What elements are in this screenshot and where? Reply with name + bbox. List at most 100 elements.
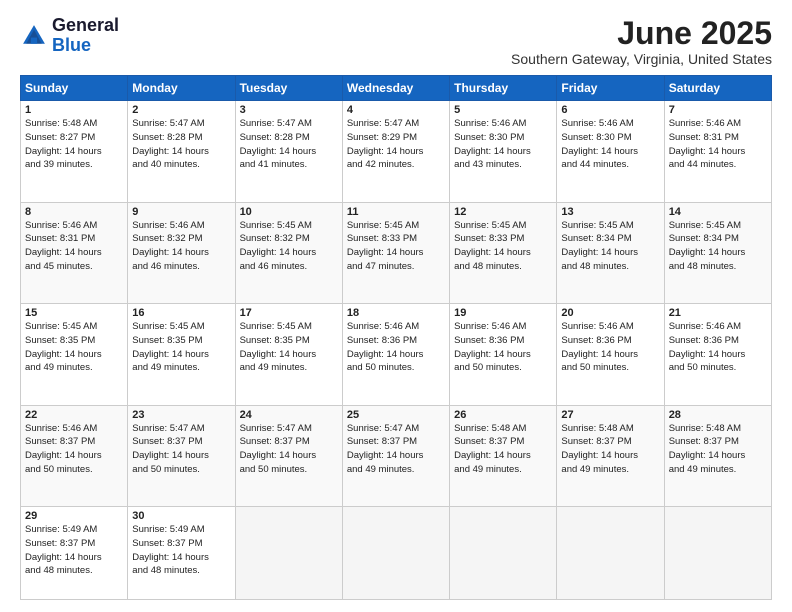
calendar-cell <box>235 507 342 600</box>
day-number: 22 <box>25 409 123 421</box>
day-info: Sunrise: 5:45 AM Sunset: 8:33 PM Dayligh… <box>347 219 445 274</box>
day-number: 11 <box>347 206 445 218</box>
subtitle: Southern Gateway, Virginia, United State… <box>511 51 772 67</box>
day-info: Sunrise: 5:46 AM Sunset: 8:30 PM Dayligh… <box>454 117 552 172</box>
day-number: 6 <box>561 104 659 116</box>
calendar-cell <box>342 507 449 600</box>
day-number: 1 <box>25 104 123 116</box>
title-block: June 2025 Southern Gateway, Virginia, Un… <box>511 16 772 67</box>
day-info: Sunrise: 5:46 AM Sunset: 8:31 PM Dayligh… <box>25 219 123 274</box>
day-info: Sunrise: 5:46 AM Sunset: 8:36 PM Dayligh… <box>561 320 659 375</box>
col-header-thursday: Thursday <box>450 76 557 101</box>
calendar-cell: 19Sunrise: 5:46 AM Sunset: 8:36 PM Dayli… <box>450 304 557 405</box>
calendar-cell: 16Sunrise: 5:45 AM Sunset: 8:35 PM Dayli… <box>128 304 235 405</box>
logo-icon <box>20 22 48 50</box>
day-number: 15 <box>25 307 123 319</box>
calendar-cell: 15Sunrise: 5:45 AM Sunset: 8:35 PM Dayli… <box>21 304 128 405</box>
day-info: Sunrise: 5:46 AM Sunset: 8:30 PM Dayligh… <box>561 117 659 172</box>
day-number: 21 <box>669 307 767 319</box>
day-info: Sunrise: 5:47 AM Sunset: 8:28 PM Dayligh… <box>240 117 338 172</box>
calendar-cell: 5Sunrise: 5:46 AM Sunset: 8:30 PM Daylig… <box>450 101 557 202</box>
day-number: 29 <box>25 510 123 522</box>
day-number: 28 <box>669 409 767 421</box>
calendar-cell: 2Sunrise: 5:47 AM Sunset: 8:28 PM Daylig… <box>128 101 235 202</box>
calendar-cell <box>664 507 771 600</box>
day-number: 12 <box>454 206 552 218</box>
day-info: Sunrise: 5:47 AM Sunset: 8:37 PM Dayligh… <box>347 422 445 477</box>
calendar-cell: 29Sunrise: 5:49 AM Sunset: 8:37 PM Dayli… <box>21 507 128 600</box>
calendar-cell: 9Sunrise: 5:46 AM Sunset: 8:32 PM Daylig… <box>128 202 235 303</box>
calendar-cell: 22Sunrise: 5:46 AM Sunset: 8:37 PM Dayli… <box>21 405 128 506</box>
day-info: Sunrise: 5:46 AM Sunset: 8:36 PM Dayligh… <box>347 320 445 375</box>
col-header-saturday: Saturday <box>664 76 771 101</box>
day-number: 4 <box>347 104 445 116</box>
day-info: Sunrise: 5:45 AM Sunset: 8:34 PM Dayligh… <box>669 219 767 274</box>
col-header-tuesday: Tuesday <box>235 76 342 101</box>
col-header-sunday: Sunday <box>21 76 128 101</box>
calendar-cell: 13Sunrise: 5:45 AM Sunset: 8:34 PM Dayli… <box>557 202 664 303</box>
calendar-cell: 8Sunrise: 5:46 AM Sunset: 8:31 PM Daylig… <box>21 202 128 303</box>
day-number: 10 <box>240 206 338 218</box>
calendar-cell: 24Sunrise: 5:47 AM Sunset: 8:37 PM Dayli… <box>235 405 342 506</box>
day-info: Sunrise: 5:45 AM Sunset: 8:35 PM Dayligh… <box>240 320 338 375</box>
calendar-cell: 23Sunrise: 5:47 AM Sunset: 8:37 PM Dayli… <box>128 405 235 506</box>
calendar-cell <box>557 507 664 600</box>
calendar-cell: 14Sunrise: 5:45 AM Sunset: 8:34 PM Dayli… <box>664 202 771 303</box>
day-number: 13 <box>561 206 659 218</box>
calendar-cell <box>450 507 557 600</box>
day-info: Sunrise: 5:46 AM Sunset: 8:31 PM Dayligh… <box>669 117 767 172</box>
calendar-cell: 6Sunrise: 5:46 AM Sunset: 8:30 PM Daylig… <box>557 101 664 202</box>
header: General Blue June 2025 Southern Gateway,… <box>20 16 772 67</box>
calendar-cell: 11Sunrise: 5:45 AM Sunset: 8:33 PM Dayli… <box>342 202 449 303</box>
day-info: Sunrise: 5:45 AM Sunset: 8:35 PM Dayligh… <box>25 320 123 375</box>
col-header-friday: Friday <box>557 76 664 101</box>
day-info: Sunrise: 5:46 AM Sunset: 8:37 PM Dayligh… <box>25 422 123 477</box>
day-number: 18 <box>347 307 445 319</box>
day-info: Sunrise: 5:47 AM Sunset: 8:37 PM Dayligh… <box>132 422 230 477</box>
day-info: Sunrise: 5:45 AM Sunset: 8:33 PM Dayligh… <box>454 219 552 274</box>
logo-text: General Blue <box>52 16 119 56</box>
logo: General Blue <box>20 16 119 56</box>
calendar-cell: 18Sunrise: 5:46 AM Sunset: 8:36 PM Dayli… <box>342 304 449 405</box>
day-info: Sunrise: 5:46 AM Sunset: 8:36 PM Dayligh… <box>454 320 552 375</box>
page: General Blue June 2025 Southern Gateway,… <box>0 0 792 612</box>
day-number: 14 <box>669 206 767 218</box>
day-info: Sunrise: 5:47 AM Sunset: 8:29 PM Dayligh… <box>347 117 445 172</box>
day-info: Sunrise: 5:45 AM Sunset: 8:35 PM Dayligh… <box>132 320 230 375</box>
day-info: Sunrise: 5:48 AM Sunset: 8:37 PM Dayligh… <box>454 422 552 477</box>
day-number: 16 <box>132 307 230 319</box>
day-number: 24 <box>240 409 338 421</box>
day-info: Sunrise: 5:45 AM Sunset: 8:34 PM Dayligh… <box>561 219 659 274</box>
day-number: 3 <box>240 104 338 116</box>
calendar-cell: 28Sunrise: 5:48 AM Sunset: 8:37 PM Dayli… <box>664 405 771 506</box>
day-number: 27 <box>561 409 659 421</box>
day-number: 8 <box>25 206 123 218</box>
day-number: 23 <box>132 409 230 421</box>
calendar-cell: 30Sunrise: 5:49 AM Sunset: 8:37 PM Dayli… <box>128 507 235 600</box>
calendar-cell: 20Sunrise: 5:46 AM Sunset: 8:36 PM Dayli… <box>557 304 664 405</box>
day-info: Sunrise: 5:49 AM Sunset: 8:37 PM Dayligh… <box>132 523 230 578</box>
day-number: 9 <box>132 206 230 218</box>
day-number: 26 <box>454 409 552 421</box>
calendar-cell: 4Sunrise: 5:47 AM Sunset: 8:29 PM Daylig… <box>342 101 449 202</box>
calendar-cell: 3Sunrise: 5:47 AM Sunset: 8:28 PM Daylig… <box>235 101 342 202</box>
day-number: 17 <box>240 307 338 319</box>
calendar-cell: 26Sunrise: 5:48 AM Sunset: 8:37 PM Dayli… <box>450 405 557 506</box>
day-number: 25 <box>347 409 445 421</box>
col-header-wednesday: Wednesday <box>342 76 449 101</box>
day-info: Sunrise: 5:45 AM Sunset: 8:32 PM Dayligh… <box>240 219 338 274</box>
day-number: 2 <box>132 104 230 116</box>
day-number: 19 <box>454 307 552 319</box>
day-number: 20 <box>561 307 659 319</box>
day-info: Sunrise: 5:48 AM Sunset: 8:37 PM Dayligh… <box>669 422 767 477</box>
calendar-cell: 10Sunrise: 5:45 AM Sunset: 8:32 PM Dayli… <box>235 202 342 303</box>
day-info: Sunrise: 5:47 AM Sunset: 8:28 PM Dayligh… <box>132 117 230 172</box>
col-header-monday: Monday <box>128 76 235 101</box>
day-info: Sunrise: 5:47 AM Sunset: 8:37 PM Dayligh… <box>240 422 338 477</box>
calendar-cell: 1Sunrise: 5:48 AM Sunset: 8:27 PM Daylig… <box>21 101 128 202</box>
day-number: 30 <box>132 510 230 522</box>
day-info: Sunrise: 5:46 AM Sunset: 8:36 PM Dayligh… <box>669 320 767 375</box>
day-info: Sunrise: 5:46 AM Sunset: 8:32 PM Dayligh… <box>132 219 230 274</box>
day-number: 5 <box>454 104 552 116</box>
calendar-cell: 17Sunrise: 5:45 AM Sunset: 8:35 PM Dayli… <box>235 304 342 405</box>
